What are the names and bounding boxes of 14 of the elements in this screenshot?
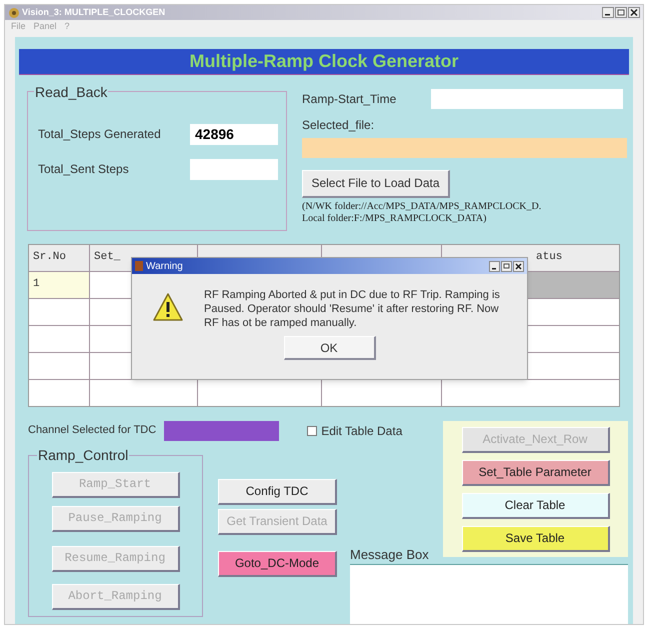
warning-message: RF Ramping Aborted & put in DC due to RF Trip. Ramping is Paused. Operator should 'Resume' it after restoring RF. Now RF has ot be ramped manually. [204,288,501,330]
path-note: Local folder:F:/MPS_RAMPCLOCK_DATA) [302,212,488,224]
app-title: Multiple-Ramp Clock Generator [189,50,459,73]
path-note: (N/WK folder://Acc/MPS_DATA/MPS_RAMPCLOCK_D. [302,200,542,212]
table-cell: 1 [29,272,89,298]
field-label: Total_Sent Steps [38,161,129,178]
field-label: Channel Selected for TDC [28,423,156,438]
field-label: Selected_file: [302,116,376,134]
field-label: Ramp-Start_Time [302,90,396,108]
checkbox-label: Edit Table Data [321,422,402,440]
dialog-title: Warning [146,260,183,274]
field-label: Total_Steps Generated [38,126,161,143]
window-title: Vision_3: MULTIPLE_CLOCKGEN [22,6,166,19]
message-box-label: Message Box [350,546,430,564]
